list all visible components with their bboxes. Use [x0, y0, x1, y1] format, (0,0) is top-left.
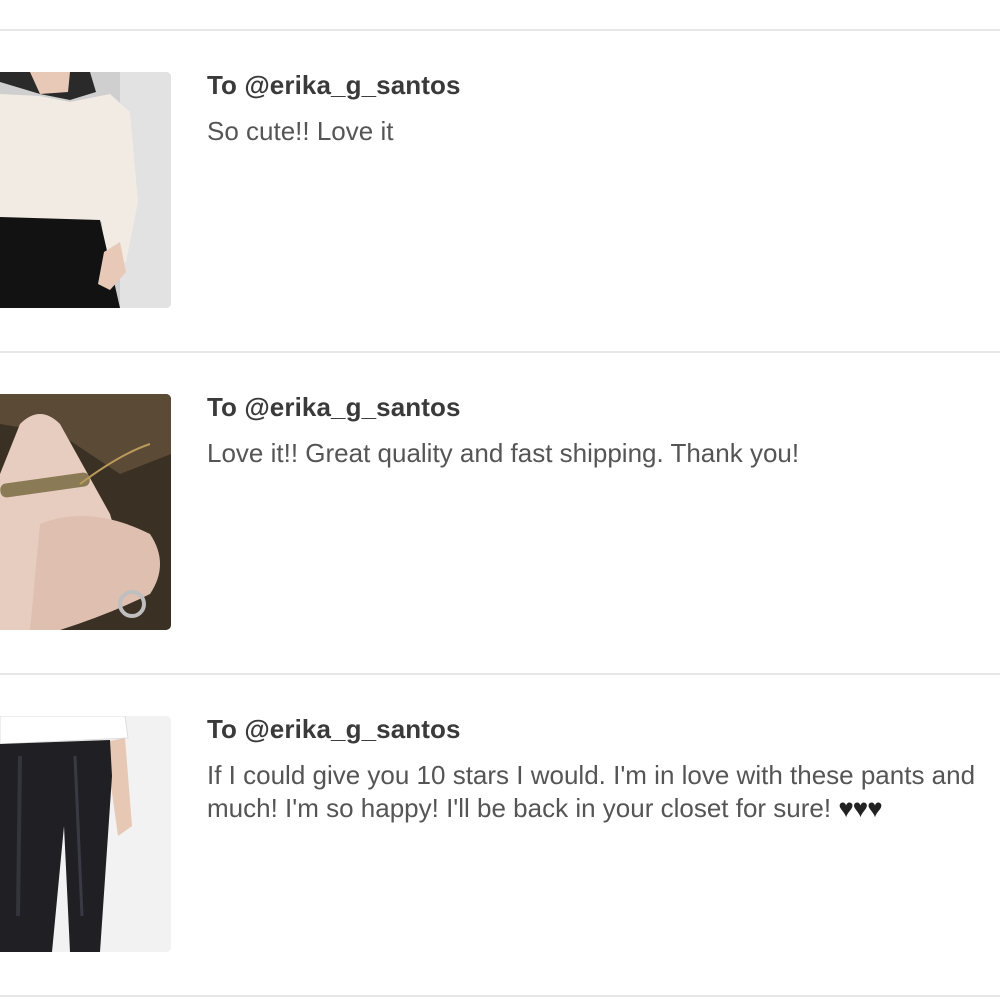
necklace-photo-graphic [0, 394, 171, 630]
recipient-handle[interactable]: To @erika_g_santos [207, 70, 461, 101]
recipient-handle[interactable]: To @erika_g_santos [207, 714, 461, 745]
comment-card: To @erika_g_santos So cute!! Love it [0, 30, 1000, 350]
comment-card: To @erika_g_santos Love it!! Great quali… [0, 352, 1000, 672]
hearts-emoji: ♥♥♥ [838, 793, 882, 823]
comment-feed: To @erika_g_santos So cute!! Love it To … [0, 0, 1000, 1000]
recipient-handle[interactable]: To @erika_g_santos [207, 392, 461, 423]
sweater-photo[interactable] [0, 72, 171, 308]
pants-photo-graphic [0, 716, 171, 952]
pants-photo[interactable] [0, 716, 171, 952]
divider [0, 995, 1000, 997]
comment-card: To @erika_g_santos If I could give you 1… [0, 674, 1000, 994]
comment-text: So cute!! Love it [207, 116, 394, 146]
comment-text: Love it!! Great quality and fast shippin… [207, 438, 800, 468]
comment-text: If I could give you 10 stars I would. I'… [207, 759, 1000, 825]
sweater-photo-graphic [0, 72, 171, 308]
necklace-photo[interactable] [0, 394, 171, 630]
